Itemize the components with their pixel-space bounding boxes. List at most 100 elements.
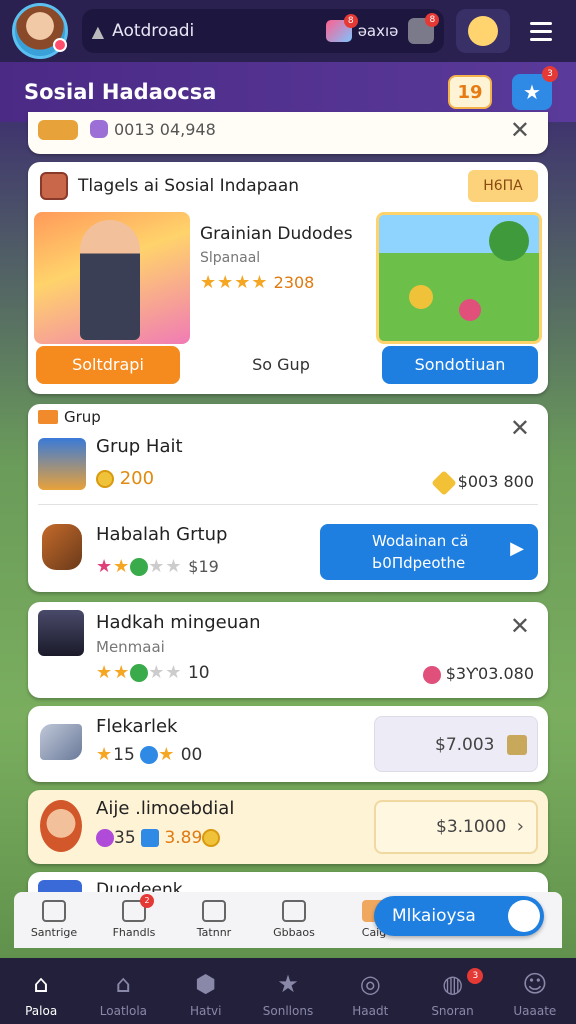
close-icon[interactable]: ✕ xyxy=(510,614,530,638)
price-value: $3Ƴ03.080 xyxy=(445,664,534,683)
search-text: Aotdroadi xyxy=(112,21,195,41)
house-icon: ⌂ xyxy=(115,970,132,998)
coins-value: 200 xyxy=(119,468,155,489)
coin-icon xyxy=(96,470,114,488)
arrow-icon: ▲ xyxy=(91,21,105,41)
flekarlek-price-button[interactable]: $7.003 xyxy=(374,716,538,772)
empty-stars: ★★ xyxy=(148,662,183,683)
aije-title: Aije .limoebdial xyxy=(96,798,235,819)
sondotiuan-button[interactable]: Sondotiuan xyxy=(382,346,538,384)
chat-icon: ◍ xyxy=(442,970,464,998)
hadkah-subtitle: Menmaai xyxy=(96,638,165,656)
dice-icon[interactable]: 8 xyxy=(325,14,358,42)
grup-hait-coins: 200 xyxy=(96,468,154,489)
star-icon: ★ xyxy=(277,970,299,998)
tab-paloa[interactable]: ⌂ Paloa xyxy=(0,958,82,1024)
aije-card: Aije .limoebdial 35 3.89 $3.1000 › xyxy=(28,790,548,864)
notification-badge: 2 xyxy=(140,894,154,908)
tab-loatlola[interactable]: ⌂ Loatlola xyxy=(82,958,164,1024)
fab-label: Mlkaioysa xyxy=(392,906,476,926)
chest-icon xyxy=(38,120,78,140)
emoji-button[interactable] xyxy=(456,9,511,53)
close-icon[interactable]: ✕ xyxy=(510,118,530,142)
tab-uaaate[interactable]: ☺ Uaaate xyxy=(494,958,576,1024)
tab-label: Paloa xyxy=(25,1004,58,1018)
home-icon: ⌂ xyxy=(33,970,49,998)
game-title: Grainian Dudodes xyxy=(200,224,353,244)
nav-item-fhandls[interactable]: 2 Fhandls xyxy=(94,894,174,939)
habalah-value: $19 xyxy=(188,557,219,576)
price-value: $003 800 xyxy=(457,472,534,491)
hadkah-avatar xyxy=(38,610,84,656)
game-scene-image xyxy=(376,212,542,344)
flekarlek-card: Flekarlek ★15 ★ 00 $7.003 xyxy=(28,706,548,782)
notification-badge: 3 xyxy=(467,968,484,984)
so-gup-button[interactable]: So Gup xyxy=(216,346,346,384)
soltdrapi-button[interactable]: Soltdrapi xyxy=(36,346,180,384)
blue-badge-icon xyxy=(141,829,160,847)
search-bar[interactable]: ▲ Aotdroadi 8 əaxıə 8 xyxy=(81,9,445,53)
grup-section-label: Grup xyxy=(64,408,101,426)
gold-stars: ★★ xyxy=(96,662,131,683)
app-screen: ▲ Aotdroadi 8 əaxıə 8 Sosial Hadaocsa 19… xyxy=(0,0,576,1024)
group-icon xyxy=(282,900,306,922)
close-icon[interactable]: ✕ xyxy=(510,416,530,440)
game-subtitle: Slpanaal xyxy=(200,250,261,266)
nav-label: Santrige xyxy=(30,926,78,939)
top-bar: ▲ Aotdroadi 8 əaxıə 8 xyxy=(0,0,576,62)
nav-item-gbbaos[interactable]: Gbbaos xyxy=(254,900,334,939)
tab-haadt[interactable]: ◎ Haadt xyxy=(329,958,411,1024)
blue-badge-icon xyxy=(140,746,159,764)
gem-icon xyxy=(430,469,457,496)
grup-card: Grup ✕ Grup Hait 200 $003 800 Habalah Gr… xyxy=(28,404,548,592)
purple-badge-icon xyxy=(96,829,114,847)
partial-amount: 0013 04,948 xyxy=(114,120,216,139)
tag-icon xyxy=(40,172,68,200)
nav-label: Gbbaos xyxy=(273,926,315,939)
page-title: Sosial Hadaocsa xyxy=(24,80,217,104)
wodainan-button[interactable]: Wodainan cä Ь0Пdpeothe ▶ xyxy=(320,524,538,580)
featured-tag[interactable]: H6ПA xyxy=(468,170,538,202)
flekarlek-rating: ★15 ★ 00 xyxy=(96,744,202,765)
green-badge-icon xyxy=(130,664,149,682)
aije-price-button[interactable]: $3.1000 › xyxy=(374,800,538,854)
grup-hait-avatar xyxy=(38,438,86,490)
rating-value: 2308 xyxy=(273,273,315,292)
rocket-icon xyxy=(40,724,82,760)
featured-card: Tlagels ai Sosial Indapaan H6ПA Soltdrap… xyxy=(28,162,548,394)
aije-rating: 35 3.89 xyxy=(96,828,221,848)
user-avatar[interactable] xyxy=(12,3,68,59)
tab-hatvi[interactable]: ⬢ Hatvi xyxy=(165,958,247,1024)
rating-stars: ★★★★ xyxy=(200,272,269,293)
gift-icon[interactable]: 8 xyxy=(408,13,440,44)
chat-icon: 2 xyxy=(122,894,154,922)
hero-figure xyxy=(80,220,140,340)
price-value: $7.003 xyxy=(435,735,495,755)
grup-icon xyxy=(38,410,58,424)
profile-icon: ☺ xyxy=(522,970,548,998)
aije-value1: 35 xyxy=(114,828,136,848)
level-badge[interactable]: 19 xyxy=(448,75,492,109)
flekarlek-value1: 15 xyxy=(113,745,135,765)
girl-avatar xyxy=(40,800,82,852)
cannon-icon xyxy=(42,524,82,570)
hadkah-title: Hadkah mingeuan xyxy=(96,612,261,633)
tab-label: Hatvi xyxy=(189,1004,222,1018)
grup-hait-title: Grup Hait xyxy=(96,436,183,457)
nav-label: Tatnnr xyxy=(196,926,232,939)
nav-item-tatnnr[interactable]: Tatnnr xyxy=(174,900,254,939)
box-icon xyxy=(90,120,108,138)
pink-star-icon: ★ xyxy=(96,556,114,577)
hadkah-price: $3Ƴ03.080 xyxy=(422,664,534,684)
star-button[interactable]: ★ 3 xyxy=(512,66,558,110)
partial-card: 0013 04,948 ✕ xyxy=(28,112,548,154)
score-text: əaxıə xyxy=(357,22,399,40)
nav-item-santrige[interactable]: Santrige xyxy=(14,900,94,939)
hero-image xyxy=(34,212,190,344)
menu-button[interactable] xyxy=(518,9,564,53)
tab-snoran[interactable]: ◍ 3 Snoran xyxy=(411,958,493,1024)
mascot-icon xyxy=(508,900,540,932)
floating-action-button[interactable]: Mlkaioysa xyxy=(374,896,544,936)
tab-sonllons[interactable]: ★ Sonllons xyxy=(247,958,329,1024)
coin-icon xyxy=(202,829,221,847)
